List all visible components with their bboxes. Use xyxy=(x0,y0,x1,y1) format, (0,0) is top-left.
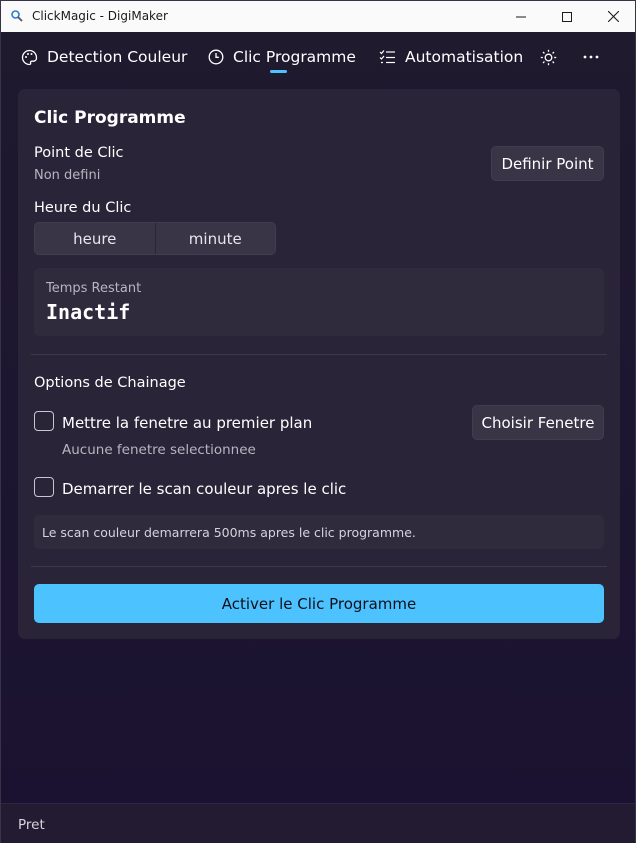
minimize-icon xyxy=(516,16,526,17)
click-time-label: Heure du Clic xyxy=(34,200,132,216)
card-title: Clic Programme xyxy=(34,108,186,128)
remaining-time-label: Temps Restant xyxy=(46,281,142,296)
choose-window-button[interactable]: Choisir Fenetre xyxy=(472,405,604,440)
foreground-checkbox[interactable] xyxy=(34,411,54,431)
tab-label: Detection Couleur xyxy=(47,48,188,66)
selected-tab-indicator xyxy=(270,70,287,73)
tab-detection-couleur[interactable]: Detection Couleur xyxy=(21,32,187,82)
clock-icon xyxy=(208,49,224,65)
more-options-button[interactable] xyxy=(583,32,608,82)
minimize-button[interactable] xyxy=(498,1,544,32)
minute-picker[interactable]: minute xyxy=(156,223,276,254)
theme-toggle-button[interactable] xyxy=(540,32,566,82)
scan-after-click-label: Demarrer le scan couleur apres le clic xyxy=(62,480,347,498)
remaining-time-panel: Temps Restant Inactif xyxy=(34,268,604,336)
tab-label: Clic Programme xyxy=(233,48,356,66)
status-text: Pret xyxy=(18,817,45,833)
app-logo-icon xyxy=(11,10,23,22)
chaining-options-title: Options de Chainage xyxy=(34,375,186,391)
clic-programme-card: Clic Programme Point de Clic Non defini … xyxy=(18,89,620,639)
title-bar: ClickMagic - DigiMaker xyxy=(1,1,635,32)
foreground-checkbox-label: Mettre la fenetre au premier plan xyxy=(62,414,313,432)
hour-picker[interactable]: heure xyxy=(35,223,155,254)
maximize-button[interactable] xyxy=(544,1,590,32)
click-point-label: Point de Clic xyxy=(34,145,124,161)
remaining-time-value: Inactif xyxy=(46,300,131,324)
more-icon xyxy=(583,55,599,59)
window-title: ClickMagic - DigiMaker xyxy=(32,9,168,23)
section-divider xyxy=(31,354,607,355)
sun-icon xyxy=(540,49,557,65)
click-point-value: Non defini xyxy=(34,168,101,183)
app-window: ClickMagic - DigiMaker Detection Couleur… xyxy=(0,0,636,843)
tab-automatisation[interactable]: Automatisation xyxy=(379,32,523,82)
define-point-button[interactable]: Definir Point xyxy=(491,146,604,181)
maximize-icon xyxy=(562,11,572,22)
section-divider xyxy=(31,566,607,567)
tab-clic-programme[interactable]: Clic Programme xyxy=(208,32,356,82)
nav-bar: Detection Couleur Clic Programme Automat… xyxy=(1,32,635,82)
scan-after-click-checkbox[interactable] xyxy=(34,477,54,497)
selected-window-text: Aucune fenetre selectionnee xyxy=(62,442,256,458)
checklist-icon xyxy=(379,50,395,64)
time-picker[interactable]: heure minute xyxy=(34,222,276,255)
scan-info-panel: Le scan couleur demarrera 500ms apres le… xyxy=(34,515,604,549)
status-bar: Pret xyxy=(1,803,635,843)
scan-info-text: Le scan couleur demarrera 500ms apres le… xyxy=(42,525,416,540)
close-button[interactable] xyxy=(590,1,636,32)
close-icon xyxy=(607,11,619,22)
activate-click-button[interactable]: Activer le Clic Programme xyxy=(34,584,604,623)
tab-label: Automatisation xyxy=(405,48,524,66)
palette-icon xyxy=(21,49,38,65)
